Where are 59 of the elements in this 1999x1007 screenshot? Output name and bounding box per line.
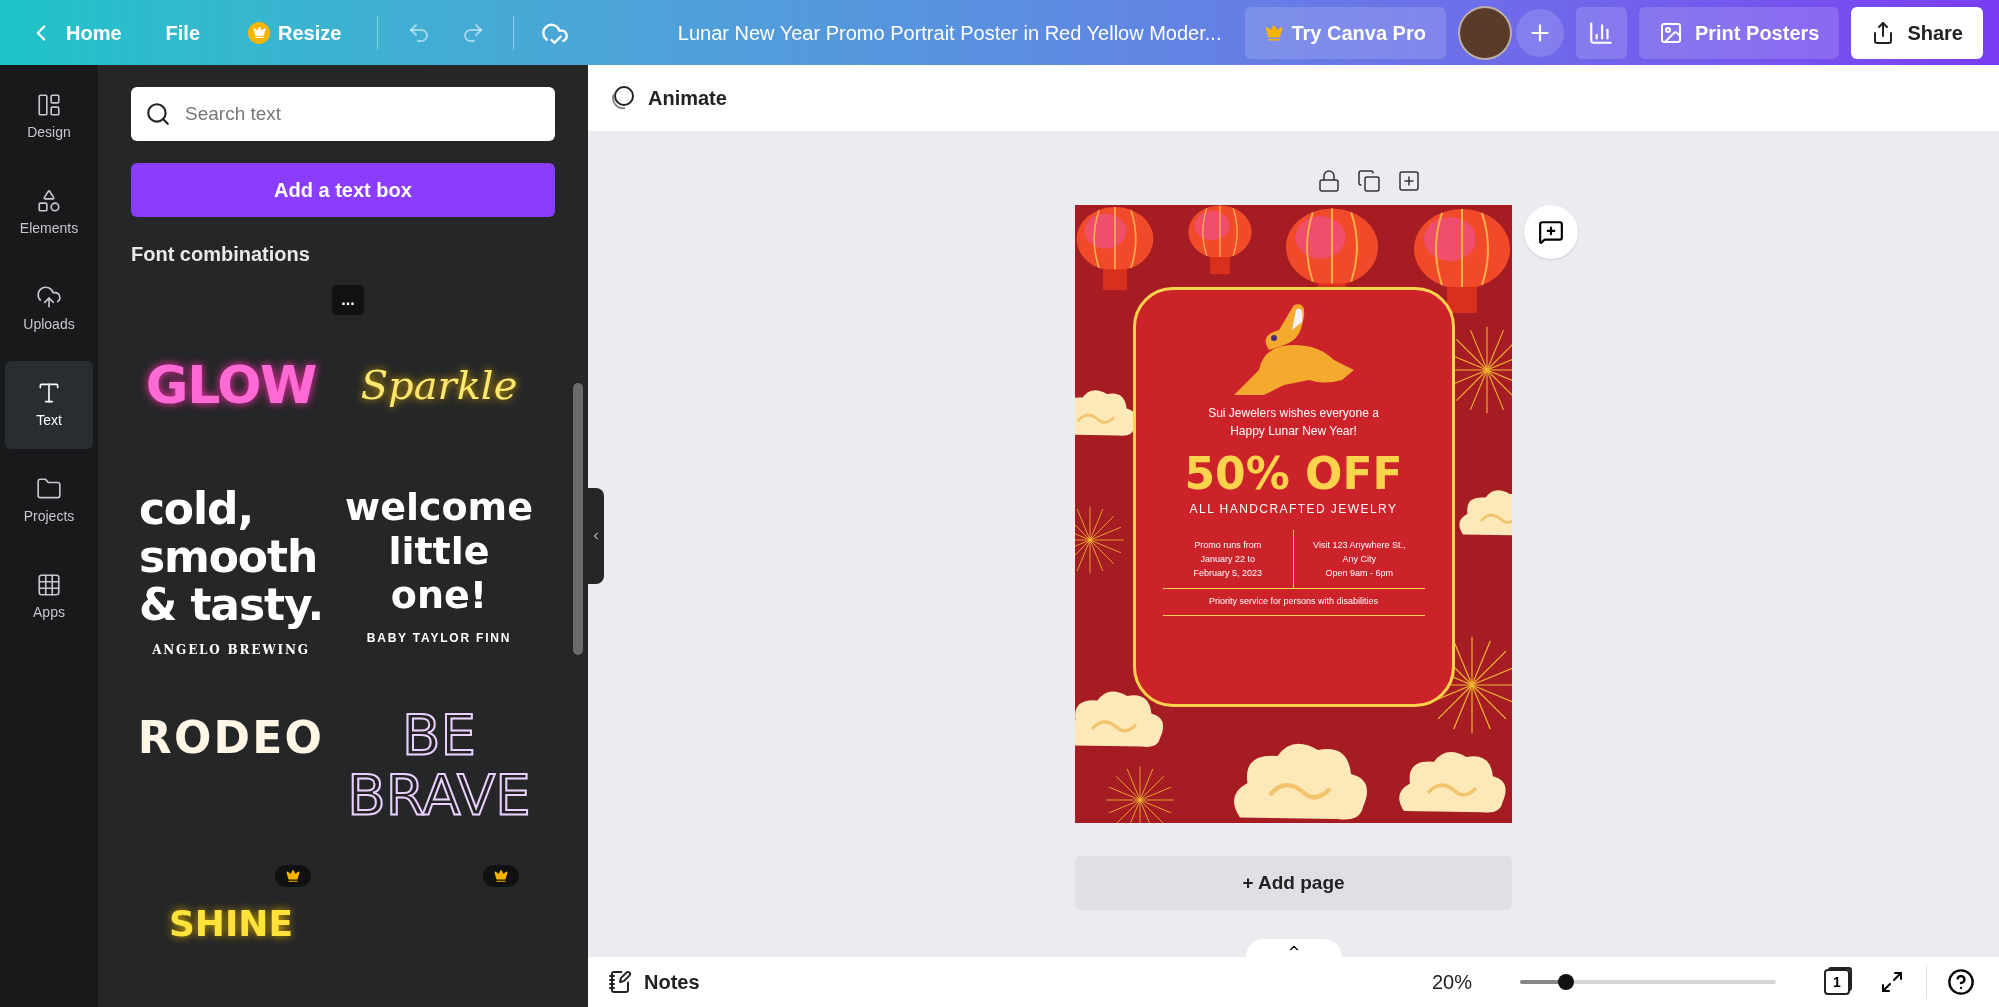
poster-footer: Priority service for persons with disabilities <box>1162 588 1425 616</box>
font-sample[interactable]: GLOW <box>145 346 317 424</box>
sidebar-item[interactable]: Uploads <box>5 265 93 353</box>
poster-text: January 22 to <box>1199 553 1256 566</box>
image-icon <box>1658 20 1683 45</box>
search-field[interactable]: Search text <box>131 87 555 141</box>
font-sample[interactable]: cold, smooth & tasty. <box>138 485 324 629</box>
poster-headline: 50% OFF <box>1184 448 1403 500</box>
poster-text: Visit 123 Anywhere St., <box>1312 539 1407 552</box>
page-count-button[interactable]: 1 <box>1824 969 1850 995</box>
poster-text: Happy Lunar New Year! <box>1229 423 1358 440</box>
lock-icon[interactable] <box>1316 169 1341 193</box>
firework-drawing <box>1105 765 1175 823</box>
notes-icon <box>608 970 632 994</box>
zoom-value: 20% <box>1431 970 1472 995</box>
font-sample[interactable]: BE BRAVE <box>347 705 531 825</box>
print-posters-button[interactable]: Print Posters <box>1638 6 1840 59</box>
poster-subhead: ALL HANDCRAFTED JEWELRY <box>1189 501 1398 518</box>
collapse-handle[interactable] <box>588 488 604 584</box>
poster-text: Any City <box>1341 553 1377 566</box>
sidebar-item[interactable]: Projects <box>5 457 93 545</box>
font-sample[interactable]: SHINE <box>168 897 294 951</box>
sidebar-item[interactable]: Design <box>5 73 93 161</box>
fullscreen-icon <box>1880 970 1904 994</box>
poster-text: Sui Jewelers wishes everyone a <box>1208 405 1379 422</box>
sidebar-item[interactable]: Elements <box>5 169 93 257</box>
layout-icon <box>36 91 62 118</box>
font-sample[interactable]: RODEO <box>137 705 325 771</box>
poster-text: Open 9am - 6pm <box>1324 567 1394 580</box>
add-comment-button[interactable] <box>1524 205 1578 259</box>
notes-button[interactable]: Notes <box>608 967 700 997</box>
grid-icon <box>36 571 62 598</box>
font-sample-caption: ANGELO BREWING <box>152 642 310 659</box>
firework-drawing <box>1075 505 1125 575</box>
font-sample[interactable]: Sparkle <box>360 355 518 415</box>
help-icon <box>1947 968 1975 996</box>
shapes-icon <box>36 187 62 214</box>
poster-text: Promo runs from <box>1193 539 1263 552</box>
add-icon[interactable] <box>1396 169 1421 193</box>
sidebar-item[interactable]: Apps <box>5 553 93 641</box>
crown-icon <box>248 21 271 44</box>
more-button[interactable]: ... <box>332 285 364 315</box>
add-page-button[interactable]: + Add page <box>1075 856 1512 910</box>
share-button[interactable]: Share <box>1851 6 1983 59</box>
poster-text: February 5, 2023 <box>1192 567 1263 580</box>
bar-chart-icon <box>1588 19 1615 46</box>
insights-button[interactable] <box>1575 6 1627 59</box>
poster[interactable] <box>1075 205 1512 823</box>
font-sample[interactable]: welcome little one! <box>339 485 539 617</box>
duplicate-icon[interactable] <box>1356 169 1381 193</box>
section-title: Font combinations <box>131 242 311 267</box>
sidebar-item[interactable]: Text <box>5 361 93 449</box>
search-icon <box>145 101 171 127</box>
add-text-box-button[interactable]: Add a text box <box>131 163 555 217</box>
font-sample-caption: BABY TAYLOR FINN <box>366 630 512 647</box>
animate-button[interactable]: Animate <box>608 83 727 113</box>
cloud-upload-icon <box>36 283 62 310</box>
crown-icon <box>1265 23 1284 42</box>
comment-icon <box>1538 219 1564 245</box>
